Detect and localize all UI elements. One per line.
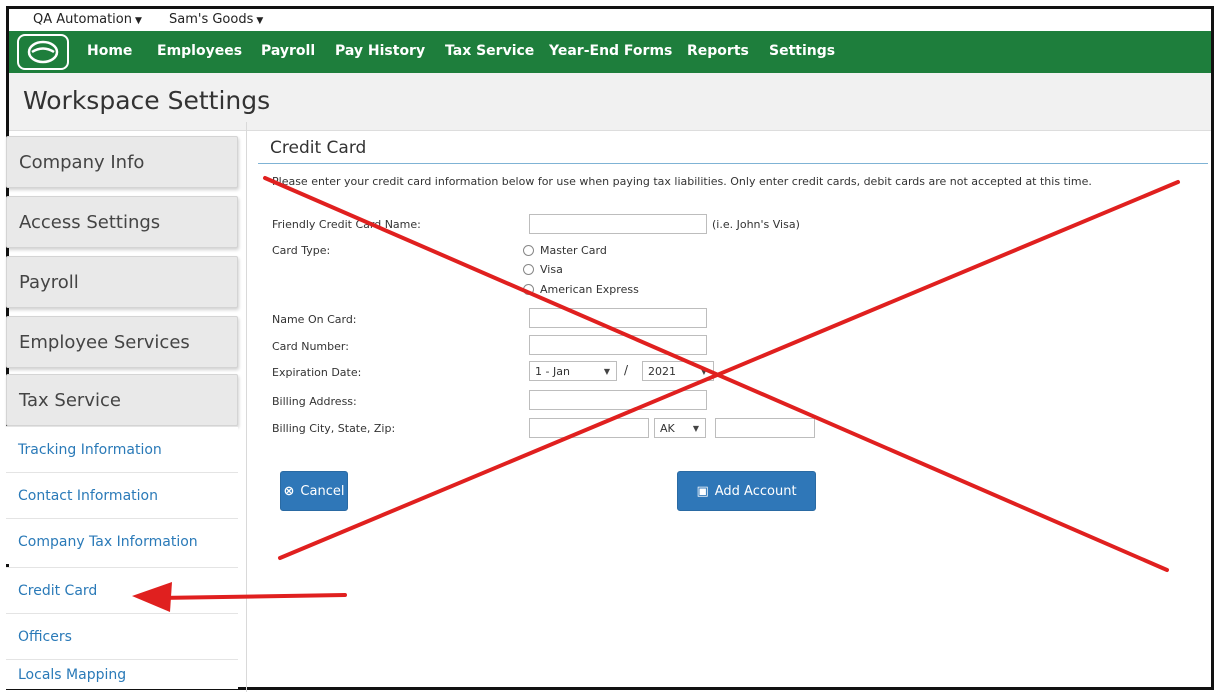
nav-pay-history[interactable]: Pay History <box>335 43 425 59</box>
exp-year-value: 2021 <box>648 364 676 378</box>
chevron-down-icon: ▼ <box>692 423 699 433</box>
chevron-down-icon: ▼ <box>603 366 610 376</box>
sidebar-section-payroll[interactable]: Payroll <box>6 256 238 308</box>
chevron-down-icon: ▼ <box>700 366 707 376</box>
sidebar-section-employee-services[interactable]: Employee Services <box>6 316 238 368</box>
card-type-option-label: Master Card <box>540 244 607 257</box>
main-nav: Home Employees Payroll Pay History Tax S… <box>9 31 1211 73</box>
sidebar-item-tracking-information[interactable]: Tracking Information <box>6 426 238 472</box>
sidebar-divider <box>246 122 247 692</box>
cancel-button-label: Cancel <box>300 483 345 499</box>
nav-payroll[interactable]: Payroll <box>261 43 315 59</box>
card-type-visa[interactable]: Visa <box>523 263 563 276</box>
sidebar-section-company-info[interactable]: Company Info <box>6 136 238 188</box>
company-selector-label: Sam's Goods <box>169 12 254 27</box>
sidebar-section-access-settings[interactable]: Access Settings <box>6 196 238 248</box>
section-divider <box>258 163 1208 164</box>
billing-address-input[interactable] <box>529 390 707 410</box>
billing-address-label: Billing Address: <box>272 395 357 408</box>
add-account-button-label: Add Account <box>714 483 797 499</box>
friendly-name-label: Friendly Credit Card Name: <box>272 218 421 231</box>
billing-city-input[interactable] <box>529 418 649 438</box>
nav-reports[interactable]: Reports <box>687 43 749 59</box>
org-selector[interactable]: QA Automation ▼ <box>33 12 142 27</box>
brand-logo[interactable] <box>17 34 69 70</box>
friendly-name-input[interactable] <box>529 214 707 234</box>
nav-tax-service[interactable]: Tax Service <box>445 43 534 59</box>
cancel-button[interactable]: ⊗ Cancel <box>280 471 348 511</box>
sidebar-item-officers[interactable]: Officers <box>6 613 238 659</box>
sidebar-item-company-tax-information[interactable]: Company Tax Information <box>6 518 238 564</box>
card-type-label: Card Type: <box>272 244 331 257</box>
radio-icon <box>523 284 534 295</box>
save-icon: ▣ <box>696 483 709 499</box>
exp-month-select[interactable]: 1 - Jan ▼ <box>529 361 617 381</box>
logo-icon <box>27 40 59 64</box>
billing-state-select[interactable]: AK ▼ <box>654 418 706 438</box>
credit-card-panel: Credit Card Please enter your credit car… <box>258 130 1208 680</box>
chevron-down-icon: ▼ <box>256 16 264 26</box>
billing-city-state-zip-label: Billing City, State, Zip: <box>272 422 396 435</box>
add-account-button[interactable]: ▣ Add Account <box>677 471 816 511</box>
nav-settings[interactable]: Settings <box>769 43 835 59</box>
radio-icon <box>523 264 534 275</box>
card-type-option-label: American Express <box>540 283 639 296</box>
nav-home[interactable]: Home <box>87 43 132 59</box>
sidebar-item-credit-card[interactable]: Credit Card <box>6 567 238 613</box>
name-on-card-input[interactable] <box>529 308 707 328</box>
expiration-date-label: Expiration Date: <box>272 366 362 379</box>
friendly-name-hint: (i.e. John's Visa) <box>712 218 800 231</box>
sidebar-item-locals-mapping[interactable]: Locals Mapping <box>6 659 238 689</box>
exp-separator: / <box>624 363 629 377</box>
name-on-card-label: Name On Card: <box>272 313 357 326</box>
section-title: Credit Card <box>270 138 367 158</box>
card-type-option-label: Visa <box>540 263 563 276</box>
sidebar-section-tax-service[interactable]: Tax Service <box>6 374 238 426</box>
billing-zip-input[interactable] <box>715 418 815 438</box>
nav-year-end-forms[interactable]: Year-End Forms <box>549 43 672 59</box>
cancel-circle-icon: ⊗ <box>283 483 295 499</box>
nav-employees[interactable]: Employees <box>157 43 242 59</box>
radio-icon <box>523 245 534 256</box>
chevron-down-icon: ▼ <box>134 16 142 26</box>
sidebar-item-contact-information[interactable]: Contact Information <box>6 472 238 518</box>
card-number-input[interactable] <box>529 335 707 355</box>
context-bar: QA Automation ▼ Sam's Goods ▼ <box>9 9 1211 31</box>
billing-state-value: AK <box>660 421 675 435</box>
intro-text: Please enter your credit card informatio… <box>272 175 1092 188</box>
page-title: Workspace Settings <box>23 86 271 115</box>
card-type-amex[interactable]: American Express <box>523 283 639 296</box>
card-number-label: Card Number: <box>272 340 349 353</box>
card-type-mastercard[interactable]: Master Card <box>523 244 607 257</box>
sidebar: Company Info Access Settings Payroll Emp… <box>6 126 242 689</box>
exp-year-select[interactable]: 2021 ▼ <box>642 361 714 381</box>
exp-month-value: 1 - Jan <box>535 364 570 378</box>
page-header: Workspace Settings <box>9 73 1211 131</box>
company-selector[interactable]: Sam's Goods ▼ <box>169 12 263 27</box>
org-selector-label: QA Automation <box>33 12 132 27</box>
